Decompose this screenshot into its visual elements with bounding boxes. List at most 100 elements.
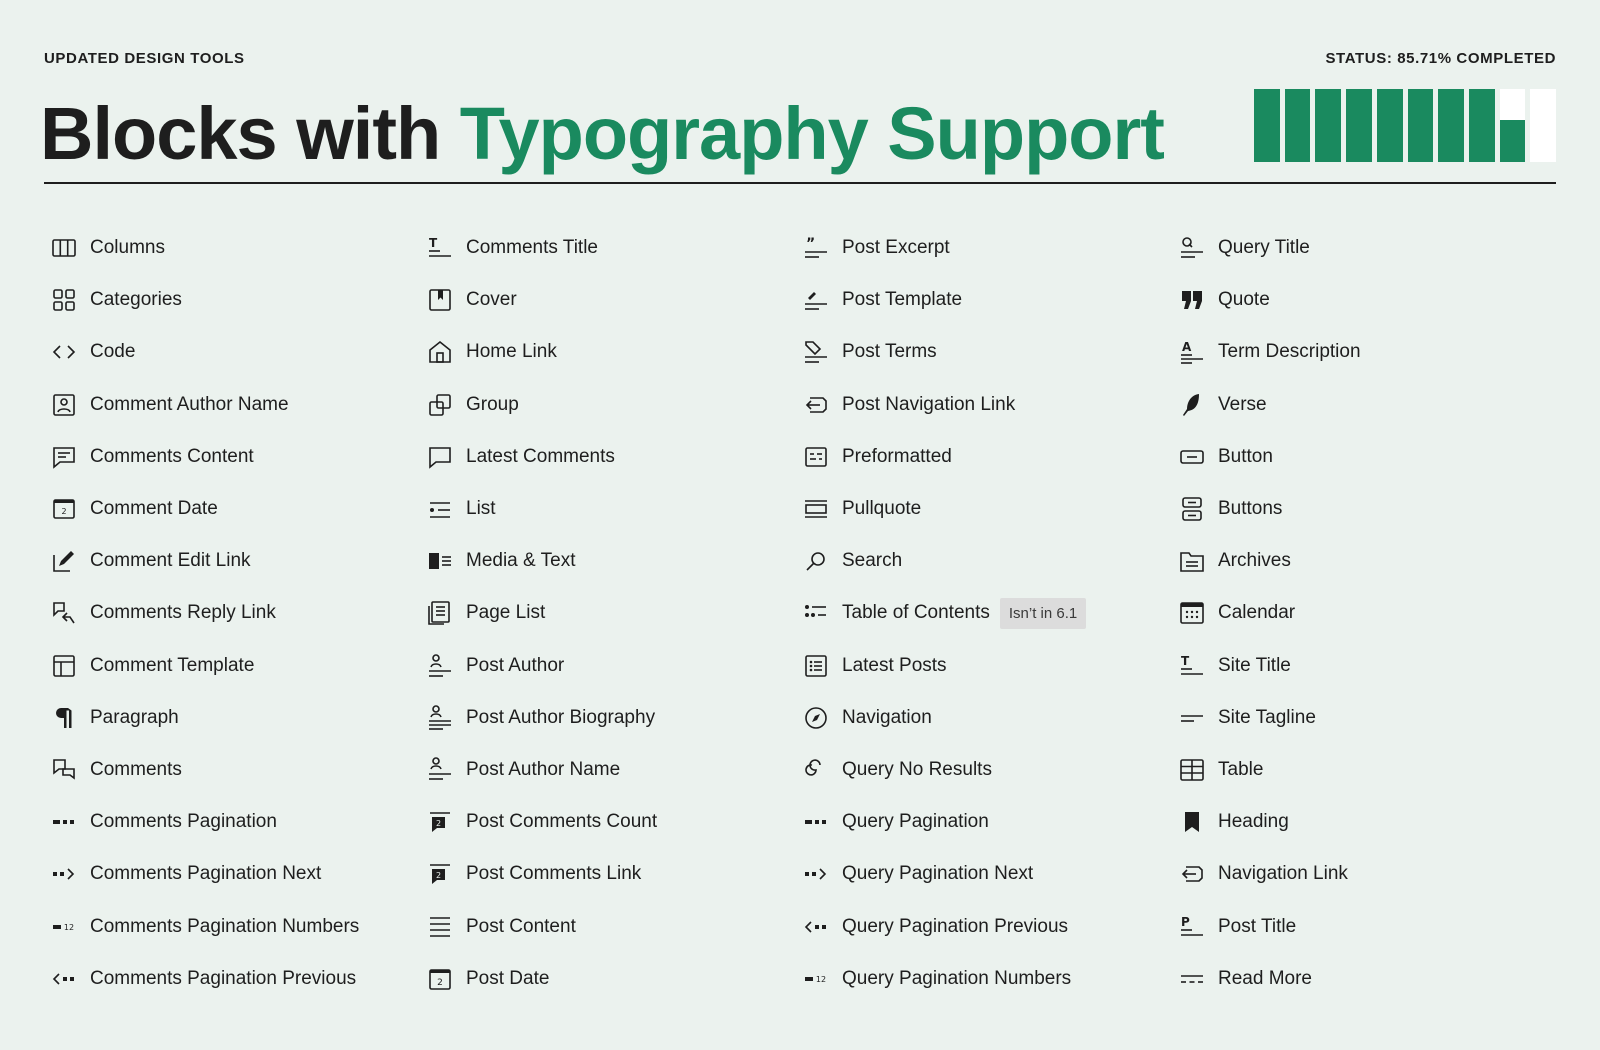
calendar-icon [1178,599,1206,627]
query-pagination-icon [802,808,830,836]
post-excerpt-icon: ” [802,234,830,262]
progress-segment [1530,89,1557,162]
list-item: Archives [1178,535,1554,587]
search-icon [802,547,830,575]
block-label: Latest Comments [466,445,615,467]
comments-pagination-previous-icon [50,965,78,993]
block-label: Comments Content [90,445,254,467]
list-item: Post Template [802,274,1178,326]
block-label: Home Link [466,341,557,363]
block-label: Post Navigation Link [842,393,1016,415]
comment-edit-link-icon [50,547,78,575]
list-item: Comments Content [50,431,426,483]
block-label: Query Pagination Next [842,863,1034,885]
comment-date-icon: 2 [50,495,78,523]
list-item: 12 Query Pagination Numbers [802,953,1178,1005]
block-label: Table [1218,758,1264,780]
list-item: Page List [426,587,802,639]
svg-text:T: T [429,236,438,250]
svg-text:12: 12 [64,923,74,932]
post-author-icon [426,652,454,680]
list-item: Comments Pagination [50,796,426,848]
block-label: Heading [1218,811,1289,833]
progress-segment [1346,89,1372,162]
block-column-4: Query Title Quote A Term Description Verse Bu… [1178,222,1554,1005]
media-text-icon [426,547,454,575]
svg-text:12: 12 [816,975,826,984]
comments-title-icon: T [426,234,454,262]
list-item: Verse [1178,379,1554,431]
block-label: Post Author Biography [466,706,656,728]
block-label: Group [466,393,519,415]
block-label: Columns [90,237,165,259]
status-badge: Isn’t in 6.1 [999,597,1087,629]
list-item: P Post Title [1178,900,1554,952]
list-item: Post Content [426,900,802,952]
block-label: Media & Text [466,550,576,572]
block-label: Query Pagination Numbers [842,967,1072,989]
list-item: Columns [50,222,426,274]
post-author-name-icon [426,756,454,784]
list-item: Table of Contents Isn’t in 6.1 [802,587,1178,639]
list-item: Query Pagination Previous [802,900,1178,952]
list-item: T Site Title [1178,640,1554,692]
list-item: Search [802,535,1178,587]
block-label: Search [842,550,903,572]
svg-text:2: 2 [436,871,441,880]
svg-text:A: A [1182,340,1192,354]
page-title: Blocks with Typography Support [40,84,1165,184]
list-item: Cover [426,274,802,326]
block-label: Categories [90,289,182,311]
post-terms-icon [802,338,830,366]
block-label: Site Title [1218,654,1291,676]
block-column-1: Columns Categories Code Comment Author Name… [50,222,426,1005]
svg-text:T: T [1181,654,1190,668]
post-content-icon [426,913,454,941]
comments-icon [50,756,78,784]
list-item: T Comments Title [426,222,802,274]
latest-posts-icon [802,652,830,680]
comments-pagination-icon [50,808,78,836]
list-item: Paragraph [50,692,426,744]
list-item: Site Tagline [1178,692,1554,744]
block-label: Comment Template [90,654,255,676]
list-item: Comments Pagination Previous [50,953,426,1005]
comments-pagination-numbers-icon: 12 [50,913,78,941]
block-label: Page List [466,602,546,624]
list-item: Comments Pagination Next [50,848,426,900]
block-label: Post Content [466,915,576,937]
list-item: List [426,483,802,535]
block-label: Read More [1218,967,1312,989]
block-label: Paragraph [90,706,179,728]
list-item: ” Post Excerpt [802,222,1178,274]
comments-content-icon [50,443,78,471]
block-label: Post Excerpt [842,237,950,259]
code-icon [50,338,78,366]
block-label: Comment Author Name [90,393,289,415]
list-item: Latest Comments [426,431,802,483]
svg-text:2: 2 [437,978,443,988]
term-description-icon: A [1178,338,1206,366]
list-item: Query No Results [802,744,1178,796]
list-item: Button [1178,431,1554,483]
paragraph-icon [50,704,78,732]
block-label: Post Template [842,289,963,311]
block-label: Query No Results [842,758,992,780]
pullquote-icon [802,495,830,523]
list-item: Comments [50,744,426,796]
quote-icon [1178,286,1206,314]
block-label: Comments Pagination [90,811,277,833]
table-icon [1178,756,1206,784]
block-label: Button [1218,445,1273,467]
title-accent: Typography Support [459,92,1165,175]
table-of-contents-icon [802,599,830,627]
read-more-icon [1178,965,1206,993]
columns-icon [50,234,78,262]
progress-segment [1284,89,1311,162]
heading-icon [1178,808,1206,836]
comment-author-name-icon [50,391,78,419]
block-label: Code [90,341,136,363]
list-item: Pullquote [802,483,1178,535]
block-label: Post Comments Link [466,863,642,885]
block-label: Comment Date [90,498,218,520]
